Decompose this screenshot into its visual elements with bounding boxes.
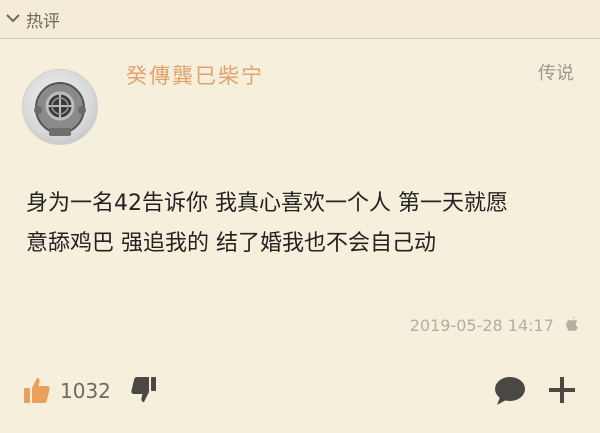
dislike-button[interactable] xyxy=(130,375,158,405)
avatar[interactable] xyxy=(22,69,98,145)
user-badge: 传说 xyxy=(538,63,574,84)
apple-icon xyxy=(560,316,578,335)
speech-bubble-icon xyxy=(495,377,525,405)
section-title: 热评 xyxy=(26,12,60,32)
reply-button[interactable] xyxy=(493,374,527,406)
chevron-down-icon[interactable] xyxy=(6,13,20,23)
comment-body: 身为一名42告诉你 我真心喜欢一个人 第一天就愿 意舔鸡巴 强追我的 结了婚我也… xyxy=(26,184,586,264)
hot-comments-header[interactable]: 热评 xyxy=(0,0,600,39)
more-button[interactable] xyxy=(547,375,577,405)
hot-comments-page: 热评 癸傳龔巳柴宁 传说 身为一名42告诉你 我真心喜欢一个人 第一天就愿 意舔… xyxy=(0,0,600,433)
username[interactable]: 癸傳龔巳柴宁 xyxy=(126,60,264,90)
comment-card: 癸傳龔巳柴宁 传说 身为一名42告诉你 我真心喜欢一个人 第一天就愿 意舔鸡巴 … xyxy=(0,39,600,433)
plus-icon xyxy=(549,377,575,403)
comment-timestamp: 2019-05-28 14:17 xyxy=(410,316,578,335)
like-count: 1032 xyxy=(60,379,111,403)
diving-helmet-icon xyxy=(34,82,86,136)
timestamp-text: 2019-05-28 14:17 xyxy=(409,316,554,335)
comment-line: 意舔鸡巴 强追我的 结了婚我也不会自己动 xyxy=(26,231,436,256)
thumbs-down-icon xyxy=(131,377,156,402)
thumbs-up-icon xyxy=(24,378,50,403)
comment-line: 身为一名42告诉你 我真心喜欢一个人 第一天就愿 xyxy=(26,191,508,216)
like-button[interactable] xyxy=(22,375,52,405)
